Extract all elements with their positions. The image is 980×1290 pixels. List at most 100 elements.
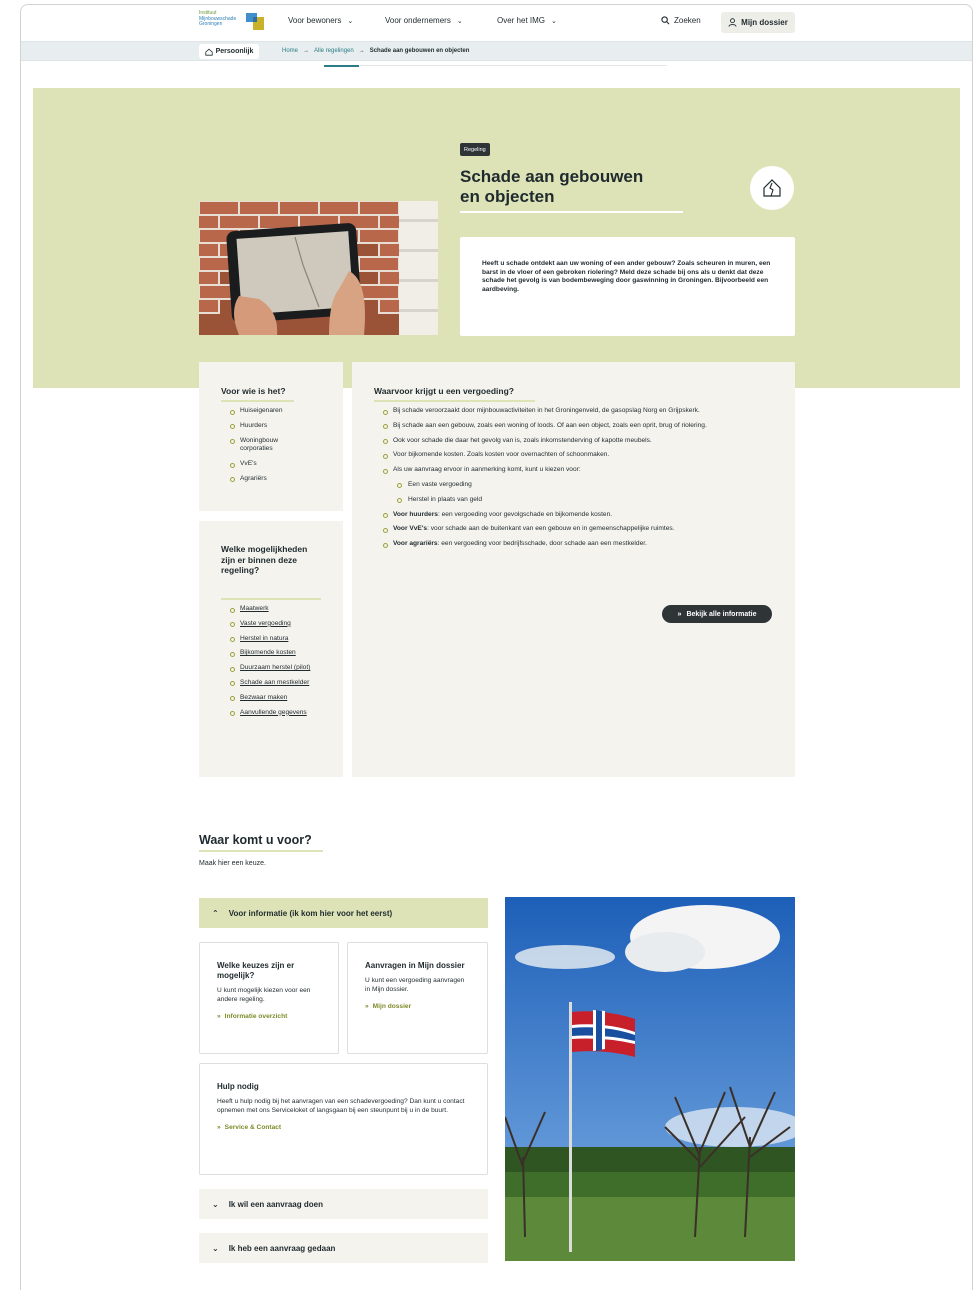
list-item: Als uw aanvraag ervoor in aanmerking kom… xyxy=(374,466,754,475)
list-item: Voor bijkomende kosten. Zoals kosten voo… xyxy=(374,451,754,460)
house-damage-icon xyxy=(750,166,794,210)
title-underline xyxy=(460,211,683,213)
tablet-photo xyxy=(199,201,438,335)
mijn-dossier-button[interactable]: Mijn dossier xyxy=(721,12,795,33)
search-label: Zoeken xyxy=(674,16,701,25)
accordion-aanvraag-doen[interactable]: ⌄ Ik wil een aanvraag doen xyxy=(199,1189,488,1219)
list-item: Voor agrariërs: een vergoeding voor bedr… xyxy=(374,540,754,549)
link-label: Mijn dossier xyxy=(372,1002,412,1010)
list-item: Bij schade aan een gebouw, zoals een won… xyxy=(374,422,754,431)
bekijk-alle-informatie-button[interactable]: » Bekijk alle informatie xyxy=(662,605,772,623)
list-item: Voor huurders: een vergoeding voor gevol… xyxy=(374,511,754,520)
link-service-contact[interactable]: » Service & Contact xyxy=(217,1124,470,1131)
list-item-text: Ook voor schade die daar het gevolg van … xyxy=(393,436,652,444)
card-welke-keuzes: Welke keuzes zijn er mogelijk? U kunt mo… xyxy=(199,942,339,1054)
list-item-text: : een vergoeding voor gevolgschade en bi… xyxy=(437,510,613,518)
arrow-right-icon: → xyxy=(358,48,365,54)
heading-underline xyxy=(221,400,294,402)
list-item-text: Herstel in plaats van geld xyxy=(408,495,483,503)
chevron-right-icon: » xyxy=(365,1002,369,1010)
link-informatie-overzicht[interactable]: » Informatie overzicht xyxy=(217,1013,321,1020)
link-label: Informatie overzicht xyxy=(224,1012,288,1020)
page-title: Schade aan gebouwen en objecten xyxy=(460,167,690,207)
link-vaste-vergoeding[interactable]: Vaste vergoeding xyxy=(221,620,321,629)
chevron-right-icon: » xyxy=(217,1012,221,1020)
vergoeding-heading: Waarvoor krijgt u een vergoeding? xyxy=(374,386,514,396)
mogelijkheden-panel: Welke mogelijkheden zijn er binnen deze … xyxy=(199,521,343,777)
heading-underline xyxy=(221,598,321,600)
section-title: Waar komt u voor? xyxy=(199,833,312,847)
link-schade-mestkelder[interactable]: Schade aan mestkelder xyxy=(221,679,321,688)
voor-wie-list: Huiseigenaren Huurders Woningbouw corpor… xyxy=(221,407,336,490)
link-bezwaar-maken[interactable]: Bezwaar maken xyxy=(221,694,321,703)
chevron-up-icon: ⌃ xyxy=(212,908,219,918)
accordion-label: Ik heb een aanvraag gedaan xyxy=(228,1243,336,1253)
link-aanvullende-gegevens[interactable]: Aanvullende gegevens xyxy=(221,709,321,718)
groningen-flag-photo xyxy=(505,897,795,1261)
list-item-emphasis: Voor VvE's xyxy=(393,525,428,533)
dossier-label: Mijn dossier xyxy=(741,18,788,27)
list-item: Een vaste vergoeding xyxy=(374,481,754,490)
chevron-down-icon: ⌄ xyxy=(551,17,557,25)
tab-underline-active xyxy=(324,65,359,67)
list-item: Huurders xyxy=(221,422,336,431)
list-item-text: : een vergoeding voor bedrijfsschade, do… xyxy=(437,540,647,548)
breadcrumb-current: Schade aan gebouwen en objecten xyxy=(369,48,470,54)
mogelijkheden-heading: Welke mogelijkheden zijn er binnen deze … xyxy=(221,544,308,575)
hero-image xyxy=(199,201,438,335)
cracked-house-icon xyxy=(763,179,781,197)
nav-voor-ondernemers[interactable]: Voor ondernemers ⌄ xyxy=(385,16,463,25)
list-item-text: : voor schade aan de buitenkant van een … xyxy=(427,525,675,533)
card-aanvragen: Aanvragen in Mijn dossier U kunt een ver… xyxy=(347,942,488,1054)
vergoeding-list: Bij schade veroorzaakt door mijnbouwacti… xyxy=(374,407,754,555)
nav-voor-bewoners[interactable]: Voor bewoners ⌄ xyxy=(288,16,353,25)
list-item-text: Bij schade veroorzaakt door mijnbouwacti… xyxy=(393,407,700,414)
list-item: VvE's xyxy=(221,460,336,469)
section-title-underline xyxy=(199,850,323,852)
list-item-text: Als uw aanvraag ervoor in aanmerking kom… xyxy=(393,466,581,474)
list-item: Ook voor schade die daar het gevolg van … xyxy=(374,437,754,446)
persoonlijk-toggle[interactable]: Persoonlijk xyxy=(199,44,259,59)
nav-label: Voor bewoners xyxy=(288,16,342,25)
search-button[interactable]: Zoeken xyxy=(661,16,701,25)
regeling-badge: Regeling xyxy=(460,143,490,156)
link-maatwerk[interactable]: Maatwerk xyxy=(221,605,321,614)
vergoeding-panel: Waarvoor krijgt u een vergoeding? Bij sc… xyxy=(352,362,795,777)
site-logo[interactable]: Instituut Mijnbouwschade Groningen xyxy=(199,10,247,28)
list-item-emphasis: Voor agrariërs xyxy=(393,540,438,548)
card-title: Aanvragen in Mijn dossier xyxy=(365,961,465,970)
chevron-down-icon: ⌄ xyxy=(347,17,354,25)
logo-line-3: Groningen xyxy=(199,21,223,28)
list-item-text: Voor bijkomende kosten. Zoals kosten voo… xyxy=(393,451,610,459)
list-item: Bij schade veroorzaakt door mijnbouwacti… xyxy=(374,407,754,416)
accordion-aanvraag-gedaan[interactable]: ⌄ Ik heb een aanvraag gedaan xyxy=(199,1233,488,1263)
breadcrumb-bar xyxy=(21,41,972,61)
link-bijkomende-kosten[interactable]: Bijkomende kosten xyxy=(221,649,321,658)
chevron-right-icon: » xyxy=(677,610,682,618)
nav-label: Over het IMG xyxy=(497,16,546,25)
accordion-voor-informatie[interactable]: ⌃ Voor informatie (ik kom hier voor het … xyxy=(199,898,488,928)
heading-underline xyxy=(374,400,535,402)
link-herstel-in-natura[interactable]: Herstel in natura xyxy=(221,635,321,644)
card-title: Welke keuzes zijn er mogelijk? xyxy=(217,961,295,980)
voor-wie-panel: Voor wie is het? Huiseigenaren Huurders … xyxy=(199,362,343,511)
nav-label: Voor ondernemers xyxy=(385,16,451,25)
list-item: Voor VvE's: voor schade aan de buitenkan… xyxy=(374,525,754,534)
chevron-down-icon: ⌄ xyxy=(456,17,463,25)
link-duurzaam-herstel[interactable]: Duurzaam herstel (pilot) xyxy=(221,664,321,673)
list-item: Huiseigenaren xyxy=(221,407,336,416)
chevron-down-icon: ⌄ xyxy=(212,1243,219,1253)
breadcrumb-home[interactable]: Home xyxy=(282,48,298,54)
card-title: Hulp nodig xyxy=(217,1082,259,1091)
list-item: Agrariërs xyxy=(221,475,336,484)
nav-over-het-img[interactable]: Over het IMG ⌄ xyxy=(497,16,557,25)
link-label: Service & Contact xyxy=(224,1123,282,1131)
logo-mark-icon xyxy=(246,13,264,30)
arrow-right-icon: → xyxy=(303,48,310,54)
breadcrumb-alle-regelingen[interactable]: Alle regelingen xyxy=(314,48,354,54)
accordion-label: Voor informatie (ik kom hier voor het ee… xyxy=(228,908,393,918)
link-mijn-dossier[interactable]: » Mijn dossier xyxy=(365,1003,470,1010)
page-title-line-1: Schade aan gebouwen xyxy=(460,167,644,186)
list-item-emphasis: Voor huurders xyxy=(393,510,438,518)
card-text: U kunt mogelijk kiezen voor een andere r… xyxy=(217,987,311,1003)
